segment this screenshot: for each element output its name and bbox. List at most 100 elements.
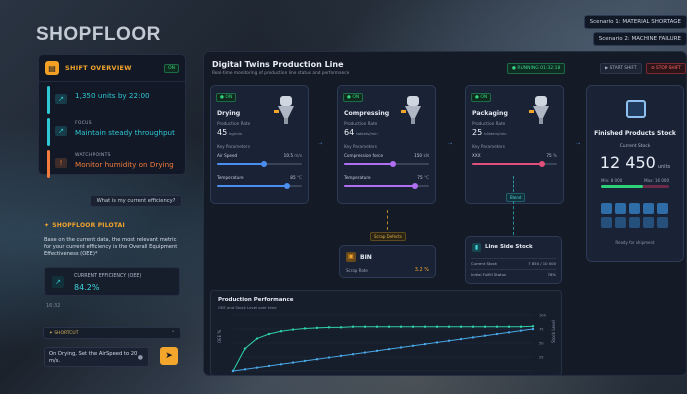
left-panel: ▤ SHIFT OVERVIEW ON ↗ 1,350 units by 22:…	[38, 54, 186, 376]
warning-icon: !	[55, 158, 67, 168]
series-point	[507, 325, 511, 328]
series-point	[459, 337, 463, 341]
main-title: Digital Twins Production Line	[212, 60, 344, 69]
shortcut-toggle[interactable]: ✦ SHORTCUT ⌃	[43, 327, 181, 339]
series-point	[531, 325, 535, 328]
line-side-row: Current Stock 7 850 / 10 000	[471, 258, 556, 266]
stock-gauge	[601, 185, 669, 188]
series-point	[531, 327, 535, 331]
station-status-badge: ● ON	[216, 93, 237, 102]
series-point	[339, 326, 343, 329]
series-point	[327, 356, 331, 359]
series-line	[232, 328, 534, 372]
finished-title: Finished Products Stock	[594, 130, 676, 137]
param-label: Air Speed	[217, 153, 238, 158]
stock-slot	[615, 217, 626, 228]
station-card-drying[interactable]: ● ON Drying Production Rate 45 kg/min Key…	[210, 85, 309, 204]
scrap-rate-label: Scrap Rate	[346, 268, 368, 273]
right-tick-label: 100	[539, 314, 547, 318]
param-label: Compression force	[344, 153, 384, 158]
param-value: 150 kN	[414, 153, 429, 158]
station-card-packaging[interactable]: ● ON Packaging Production Rate 25 blister…	[465, 85, 564, 204]
pilot-title: ✦ SHOPFLOOR PILOTAI	[44, 222, 125, 229]
stock-slot	[601, 217, 612, 228]
overview-item-key: WATCHPOINTS	[75, 153, 111, 158]
key-parameters-label: Key Parameters	[472, 144, 505, 149]
machine-icon	[529, 96, 549, 124]
series-point	[411, 344, 415, 347]
series-point	[375, 325, 379, 328]
series-point	[303, 359, 307, 363]
line-side-row: Initial Fulfill Status 78%	[471, 269, 556, 277]
series-point	[279, 330, 283, 333]
overview-item-bar	[47, 86, 50, 114]
slider-handle[interactable]	[538, 161, 545, 167]
param-slider[interactable]	[344, 161, 429, 167]
param-slider[interactable]	[217, 161, 302, 167]
series-point	[267, 332, 271, 336]
send-button[interactable]: ➤	[160, 347, 178, 365]
stock-value: 12 450 units	[599, 153, 671, 172]
station-name: Compressing	[344, 110, 390, 117]
y-axis-label: OEE %	[217, 330, 222, 343]
flow-arrow: ⇢	[448, 141, 453, 147]
series-point	[279, 363, 283, 366]
bin-card: ▣ BIN Scrap Rate 3.2 %	[339, 245, 436, 278]
rate-label: Production Rate	[344, 121, 378, 126]
slider-handle[interactable]	[390, 161, 397, 167]
overview-status-badge: ON	[164, 63, 179, 73]
series-point	[291, 328, 295, 331]
app-logo: SHOPFLOOR	[36, 24, 161, 45]
stock-min: Min: 8 000	[601, 178, 623, 183]
param-slider[interactable]	[472, 161, 557, 167]
param-slider[interactable]	[217, 183, 302, 189]
param-slider[interactable]	[344, 183, 429, 189]
stock-grid	[601, 203, 668, 228]
running-status: ● RUNNING 01:32:18	[507, 63, 566, 74]
trend-icon: ↗	[55, 126, 67, 136]
scenario-1-button[interactable]: Scenario 1: MATERIAL SHORTAGE	[583, 15, 687, 29]
slider-handle[interactable]	[283, 183, 290, 189]
series-point	[351, 353, 355, 356]
series-point	[519, 329, 523, 332]
series-point	[411, 325, 415, 328]
stop-shift-button[interactable]: ⊘ STOP SHIFT	[646, 63, 686, 74]
finished-stock-card: Finished Products Stock Current Stock 12…	[586, 85, 684, 262]
mic-icon[interactable]: ●	[138, 354, 143, 361]
slider-handle[interactable]	[412, 183, 419, 189]
overview-icon: ▤	[45, 61, 59, 75]
rate-label: Production Rate	[217, 121, 251, 126]
stock-slot	[629, 217, 640, 228]
param-value: 10.5 m/s	[283, 153, 302, 158]
series-point	[495, 332, 499, 336]
scrap-flow-line	[387, 210, 388, 230]
start-shift-button[interactable]: ▶ START SHIFT	[600, 63, 642, 74]
blend-flow-line	[513, 201, 514, 235]
blend-tag: Blend	[506, 193, 526, 202]
right-tick-label: 75	[539, 328, 544, 332]
station-card-compressing[interactable]: ● ON Compressing Production Rate 64 table…	[337, 85, 436, 204]
series-point	[351, 325, 355, 328]
series-point	[435, 341, 439, 344]
overview-item: ↗ 1,350 units by 22:00	[47, 86, 177, 114]
series-point	[435, 325, 439, 328]
rate-label: Production Rate	[472, 121, 506, 126]
slider-handle[interactable]	[260, 161, 267, 167]
series-point	[255, 337, 259, 340]
overview-item: ↗ FOCUS Maintain steady throughput	[47, 118, 177, 146]
flow-arrow: ⇢	[576, 141, 581, 147]
param-value: 85 °C	[290, 175, 302, 180]
series-point	[459, 325, 463, 328]
station-status-badge: ● ON	[471, 93, 492, 102]
rate-value: 25 blisters/min	[472, 128, 507, 137]
series-point	[447, 339, 451, 342]
series-point	[303, 327, 307, 330]
series-point	[447, 325, 451, 328]
stock-slot	[643, 217, 654, 228]
scenario-2-button[interactable]: Scenario 2: MACHINE FAILURE	[592, 32, 687, 46]
series-point	[255, 366, 259, 369]
station-name: Drying	[217, 110, 241, 117]
overview-item: ! WATCHPOINTS Monitor humidity on Drying	[47, 150, 177, 178]
machine-icon	[401, 96, 421, 124]
chat-input[interactable]: On Drying, Set the AirSpeed to 20 m/s. ●	[44, 347, 149, 367]
